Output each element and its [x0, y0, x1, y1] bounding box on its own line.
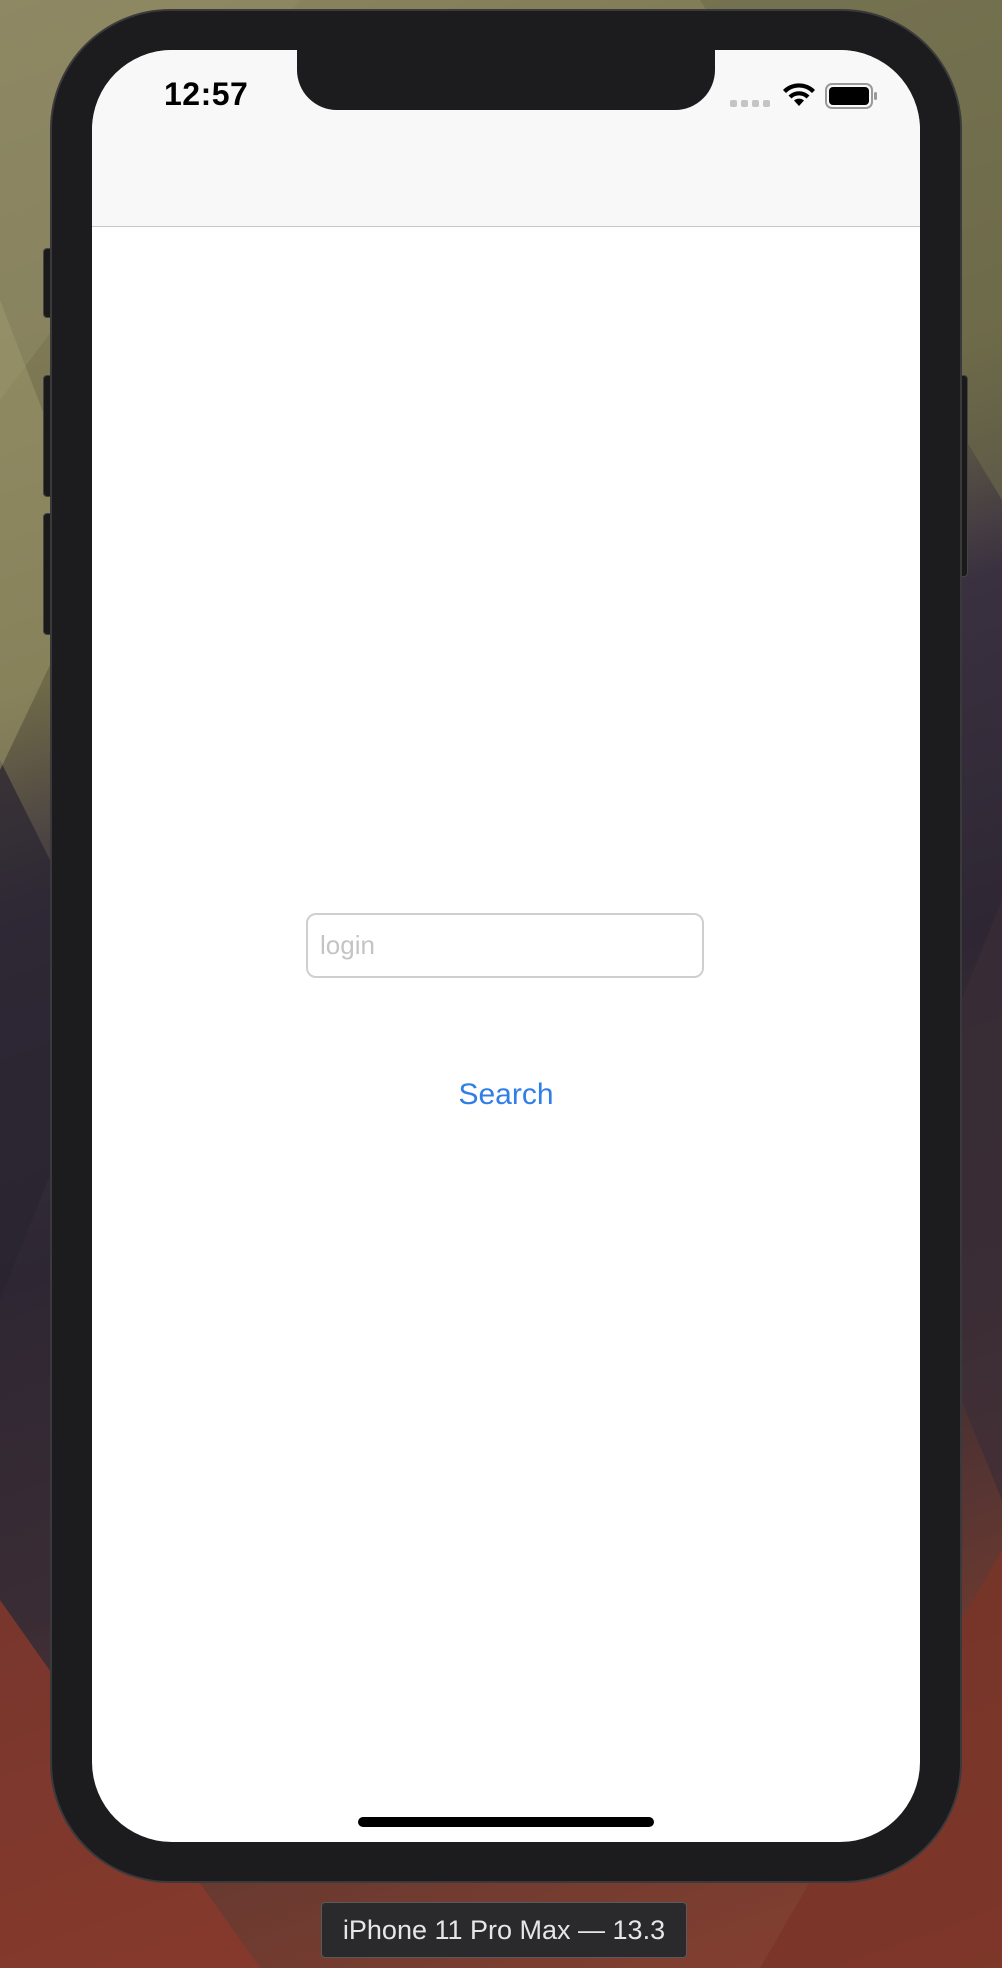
app-screen: 12:57 Search: [92, 50, 920, 1842]
simulator-device-label: iPhone 11 Pro Max — 13.3: [321, 1902, 687, 1958]
home-indicator[interactable]: [358, 1817, 654, 1827]
cellular-signal-icon: [730, 100, 770, 107]
search-button[interactable]: Search: [406, 1070, 606, 1120]
notch: [297, 50, 715, 110]
status-bar-time: 12:57: [164, 76, 249, 112]
wifi-icon: [783, 83, 815, 106]
battery-icon: [825, 83, 877, 109]
login-input[interactable]: [306, 913, 704, 978]
